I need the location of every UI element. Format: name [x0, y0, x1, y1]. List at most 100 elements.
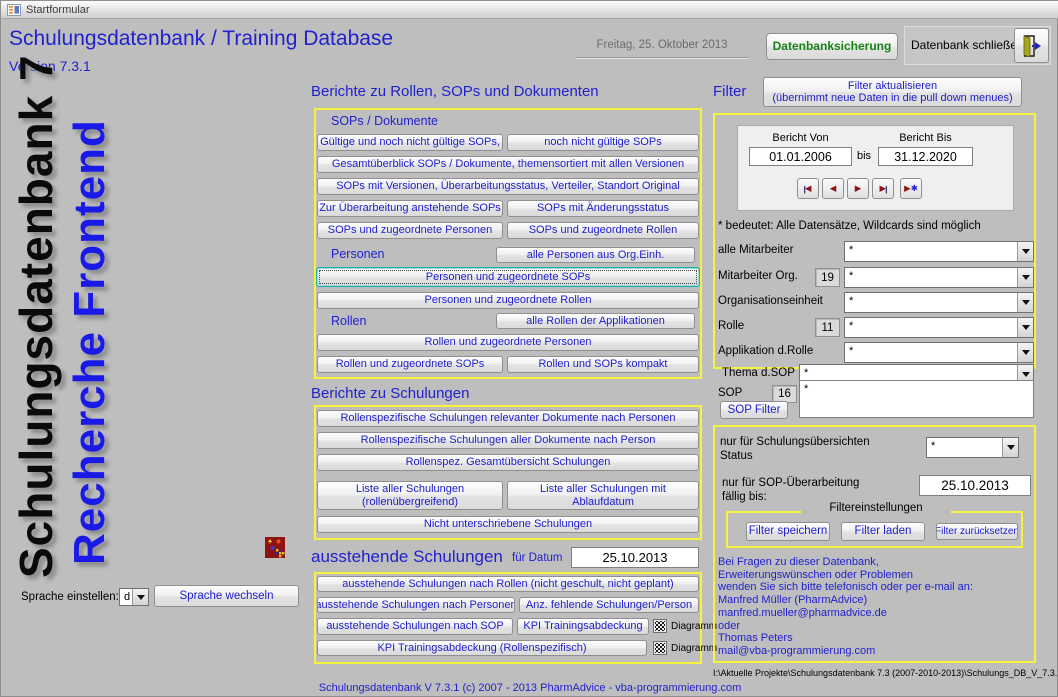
report-button-focused[interactable]: Personen und zugeordnete SOPs	[316, 267, 700, 287]
filter-save-button[interactable]: Filter speichern	[746, 522, 830, 541]
nav-prev-button[interactable]: ◀	[822, 178, 844, 199]
report-button[interactable]: Gültige und noch nicht gültige SOPs,	[317, 134, 503, 151]
pending-date-label: für Datum	[512, 552, 563, 564]
training-report-button[interactable]: Rollenspezifische Schulungen relevanter …	[317, 410, 699, 427]
filter-row-label: Organisationseinheit	[718, 295, 823, 307]
pending-report-button[interactable]: ausstehende Schulungen nach Personen	[317, 597, 515, 613]
language-select[interactable]: d	[119, 588, 149, 606]
filter-combo-mitarbeiter[interactable]: *	[844, 241, 1034, 262]
nav-first-button[interactable]: |◀	[797, 178, 819, 199]
training-report-button[interactable]: Liste aller Schulungen mit Ablaufdatum	[507, 481, 699, 510]
nav-next-button[interactable]: ▶	[847, 178, 869, 199]
chevron-down-icon[interactable]	[132, 589, 148, 605]
trainings-heading: Berichte zu Schulungen	[311, 385, 469, 402]
report-to-label: Bericht Bis	[878, 132, 973, 144]
report-button[interactable]: Rollen und zugeordnete Personen	[317, 334, 699, 351]
close-database-button[interactable]	[1014, 28, 1049, 63]
startformular-window: { "window": { "titlebar": "Startformular…	[0, 0, 1058, 697]
report-button[interactable]: Rollen und SOPs kompakt	[507, 356, 699, 373]
nav-last-button[interactable]: ▶|	[872, 178, 894, 199]
combo-value: *	[849, 320, 853, 332]
pending-report-button[interactable]: KPI Trainingsabdeckung (Rollenspezifisch…	[317, 640, 647, 656]
diagram-pattern-icon[interactable]	[653, 619, 667, 633]
due-date-field[interactable]: 25.10.2013	[919, 475, 1031, 496]
due-filter-label-line2: fällig bis:	[722, 491, 767, 503]
contact-line: wenden Sie sich bitte telefonisch oder p…	[718, 581, 973, 594]
pending-report-button[interactable]: Anz. fehlende Schulungen/Person	[519, 597, 699, 613]
status-filter-combo[interactable]: *	[926, 437, 1019, 458]
report-button[interactable]: Rollen und zugeordnete SOPs	[317, 356, 503, 373]
chevron-down-icon[interactable]	[1017, 318, 1033, 337]
bis-label: bis	[857, 150, 871, 162]
window-title: Startformular	[26, 4, 90, 16]
pending-report-button[interactable]: KPI Trainingsabdeckung	[517, 618, 649, 635]
report-button[interactable]: Zur Überarbeitung anstehende SOPs	[317, 200, 503, 217]
sop-label: SOP	[718, 387, 742, 399]
training-report-button[interactable]: Rollenspez. Gesamtübersicht Schulungen	[317, 454, 699, 471]
filter-row-label: Applikation d.Rolle	[718, 345, 813, 357]
contact-line: Erweiterungswünschen oder Problemen	[718, 569, 973, 582]
filter-combo-organisationseinheit[interactable]: *	[844, 292, 1034, 313]
combo-value: *	[849, 295, 853, 307]
exit-door-icon	[1021, 34, 1043, 58]
report-button[interactable]: Gesamtüberblick SOPs / Dokumente, themen…	[317, 156, 699, 173]
status-filter-label-line1: nur für Schulungsübersichten	[720, 436, 870, 448]
combo-value: *	[849, 244, 853, 256]
chart-icon	[265, 537, 285, 558]
sops-group-label: SOPs / Dokumente	[331, 114, 438, 128]
report-button[interactable]: SOPs und zugeordnete Rollen	[507, 222, 699, 239]
status-filter-label-line2: Status	[720, 450, 753, 462]
nav-right-glyph: ▶	[855, 183, 862, 194]
chevron-down-icon[interactable]	[1017, 268, 1033, 287]
pending-date-field[interactable]: 25.10.2013	[571, 547, 699, 568]
chevron-down-icon[interactable]	[1017, 293, 1033, 312]
filter-refresh-button[interactable]: Filter aktualisieren (übernimmt neue Dat…	[763, 77, 1022, 107]
language-value: d	[124, 591, 130, 603]
filter-combo-applikation[interactable]: *	[844, 342, 1034, 363]
combo-value: *	[849, 270, 853, 282]
filter-combo-mitarbeiter-org[interactable]: *	[844, 267, 1034, 288]
close-database-label: Datenbank schließen	[911, 38, 1024, 52]
report-button[interactable]: SOPs mit Änderungsstatus	[507, 200, 699, 217]
personen-group-label: Personen	[331, 247, 385, 261]
filter-count-box: 19	[815, 268, 840, 287]
titlebar: Startformular	[1, 1, 1058, 19]
training-report-button[interactable]: Rollenspezifische Schulungen aller Dokum…	[317, 432, 699, 449]
combo-value: *	[804, 367, 808, 379]
report-to-field[interactable]: 31.12.2020	[878, 147, 973, 166]
nav-new-button[interactable]: ▶✱	[900, 178, 922, 199]
nav-left-glyph: ◀	[805, 183, 812, 194]
contact-line: oder	[718, 620, 973, 633]
chevron-down-icon[interactable]	[1017, 242, 1033, 261]
diagram-pattern-icon[interactable]	[653, 641, 667, 655]
filter-row-label: alle Mitarbeiter	[718, 244, 793, 256]
report-button[interactable]: alle Personen aus Org.Einh.	[496, 247, 695, 263]
report-from-field[interactable]: 01.01.2006	[749, 147, 852, 166]
sop-filter-button[interactable]: SOP Filter	[720, 401, 788, 419]
training-report-button[interactable]: Nicht unterschriebene Schulungen	[317, 516, 699, 533]
switch-language-button[interactable]: Sprache wechseln	[154, 585, 299, 607]
chevron-down-icon[interactable]	[1002, 438, 1018, 457]
filter-load-button[interactable]: Filter laden	[841, 522, 925, 541]
contact-line: manfred.mueller@pharmadvice.de	[718, 607, 973, 620]
language-label: Sprache einstellen:	[21, 591, 119, 603]
nav-bar-glyph: |	[885, 184, 887, 194]
filter-combo-rolle[interactable]: *	[844, 317, 1034, 338]
database-backup-button[interactable]: Datenbanksicherung	[766, 33, 898, 60]
pending-report-button[interactable]: ausstehende Schulungen nach SOP	[317, 618, 513, 635]
chevron-down-icon[interactable]	[1017, 343, 1033, 362]
report-button[interactable]: noch nicht gültige SOPs	[507, 134, 699, 151]
report-button[interactable]: SOPs und zugeordnete Personen	[317, 222, 503, 239]
contact-info: Bei Fragen zu dieser Datenbank, Erweiter…	[718, 556, 973, 658]
sop-filter-field[interactable]: *	[799, 380, 1034, 418]
contact-line: mail@vba-programmierung.com	[718, 645, 973, 658]
database-path: I:\Aktuelle Projekte\Schulungsdatenbank …	[713, 668, 1058, 678]
pending-report-button[interactable]: ausstehende Schulungen nach Rollen (nich…	[317, 576, 699, 592]
combo-value: *	[849, 345, 853, 357]
report-button[interactable]: SOPs mit Versionen, Überarbeitungsstatus…	[317, 178, 699, 195]
current-date: Freitag, 25. Oktober 2013	[576, 39, 748, 51]
report-button[interactable]: alle Rollen der Applikationen	[496, 313, 695, 329]
training-report-button[interactable]: Liste aller Schulungen (rollenübergreife…	[317, 481, 503, 510]
filter-reset-button[interactable]: Filter zurücksetzen	[936, 523, 1018, 540]
report-button[interactable]: Personen und zugeordnete Rollen	[317, 292, 699, 309]
